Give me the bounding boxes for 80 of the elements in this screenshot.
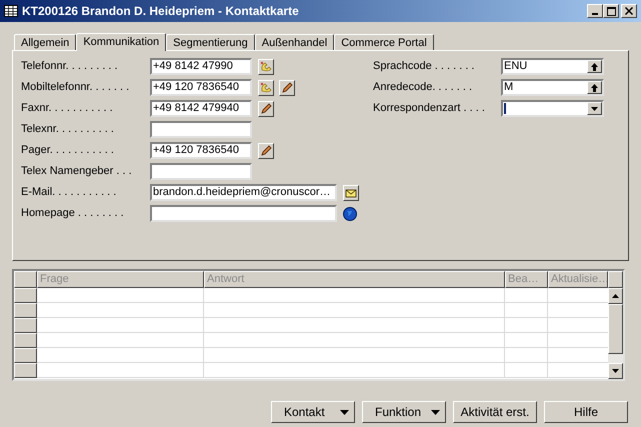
phone-icon: [260, 60, 272, 72]
close-button[interactable]: [621, 4, 637, 18]
field-label: E-Mail. . . . . . . . . . .: [21, 185, 118, 200]
dropdown-field[interactable]: [501, 100, 604, 117]
tab[interactable]: Außenhandel: [254, 34, 334, 50]
row-header[interactable]: [14, 288, 37, 303]
envelope-icon: [345, 186, 357, 198]
scroll-up-button[interactable]: [608, 288, 623, 304]
maximize-icon: [606, 6, 616, 16]
row-header[interactable]: [14, 318, 37, 333]
field-label: Telex Namengeber . . .: [21, 164, 133, 180]
text-field[interactable]: +49 8142 47990: [150, 58, 252, 75]
field-label: Pager. . . . . . . . . . .: [21, 143, 115, 158]
table-cell: [505, 363, 548, 378]
field-label: Korrespondenzart . . . .: [373, 101, 486, 116]
field-label: Mobiltelefonnr. . . . . . .: [21, 80, 130, 96]
down-arrow-icon: [612, 369, 619, 373]
action-button[interactable]: Kontakt: [271, 401, 355, 423]
field-value: M: [503, 81, 514, 94]
table-cell: [505, 288, 548, 303]
lookup-field[interactable]: ENU: [501, 58, 604, 75]
action-button[interactable]: Aktivität erst.: [453, 401, 537, 423]
caret-icon: [431, 410, 440, 414]
text-field[interactable]: brandon.d.heidepriem@cronuscor…: [150, 184, 337, 201]
field-label: Telexnr. . . . . . . . . .: [21, 122, 115, 138]
phone-button[interactable]: [258, 80, 274, 96]
scroll-down-button[interactable]: [608, 363, 623, 379]
pencil-icon: [260, 102, 272, 114]
table-cell: [505, 333, 548, 348]
field-label: Anredecode. . . . . . .: [373, 80, 474, 96]
field-label: Telefonnr. . . . . . . . .: [21, 59, 119, 74]
up-arrow-icon: [612, 294, 619, 298]
text-field[interactable]: +49 120 7836540: [150, 142, 252, 159]
text-field[interactable]: [150, 163, 252, 180]
caret-icon: [591, 106, 598, 110]
maximize-button[interactable]: [603, 4, 619, 18]
field-value: ENU: [503, 60, 528, 73]
dropdown-button[interactable]: [587, 102, 602, 115]
text-field[interactable]: [150, 121, 252, 138]
tab[interactable]: Kommunikation: [76, 33, 166, 51]
up-arrow-icon: [591, 84, 598, 92]
pencil-button[interactable]: [258, 100, 274, 116]
text-field[interactable]: [150, 205, 337, 222]
field-label: Sprachcode . . . . . . .: [373, 59, 476, 74]
row-header[interactable]: [14, 333, 37, 348]
table-icon: [4, 5, 18, 17]
scroll-thumb[interactable]: [608, 304, 623, 354]
globe-icon[interactable]: [343, 206, 357, 220]
pencil-icon: [260, 144, 272, 156]
action-button[interactable]: Funktion: [362, 401, 446, 423]
pencil-button[interactable]: [279, 80, 295, 96]
envelope-button[interactable]: [343, 184, 359, 200]
table-cell: [505, 303, 548, 318]
row-header[interactable]: [14, 363, 37, 378]
window-title: KT200126 Brandon D. Heidepriem - Kontaktkarte: [22, 3, 299, 20]
text-field[interactable]: +49 120 7836540: [150, 79, 252, 96]
lookup-field[interactable]: M: [501, 79, 604, 96]
table-cell: [505, 348, 548, 363]
field-label: Faxnr. . . . . . . . . . .: [21, 101, 114, 116]
text-field[interactable]: +49 8142 479940: [150, 100, 252, 117]
phone-button[interactable]: [258, 58, 274, 74]
pencil-button[interactable]: [258, 142, 274, 158]
lookup-button[interactable]: [587, 81, 602, 94]
phone-icon: [260, 82, 272, 94]
pencil-icon: [281, 82, 293, 94]
minimize-button[interactable]: [587, 4, 603, 18]
up-arrow-icon: [591, 62, 598, 70]
tab[interactable]: Commerce Portal: [334, 34, 434, 50]
tab[interactable]: Segmentierung: [166, 34, 255, 50]
table-cell: [505, 318, 548, 333]
lookup-button[interactable]: [587, 60, 602, 73]
caret-icon: [340, 410, 349, 414]
tab[interactable]: Allgemein: [14, 34, 76, 50]
text-cursor: [504, 103, 506, 114]
row-header[interactable]: [14, 348, 37, 363]
field-label: Homepage . . . . . . . .: [21, 206, 125, 222]
close-icon: [625, 7, 633, 15]
scrollbar[interactable]: [608, 288, 623, 379]
row-header[interactable]: [14, 303, 37, 318]
action-button[interactable]: Hilfe: [544, 401, 628, 423]
